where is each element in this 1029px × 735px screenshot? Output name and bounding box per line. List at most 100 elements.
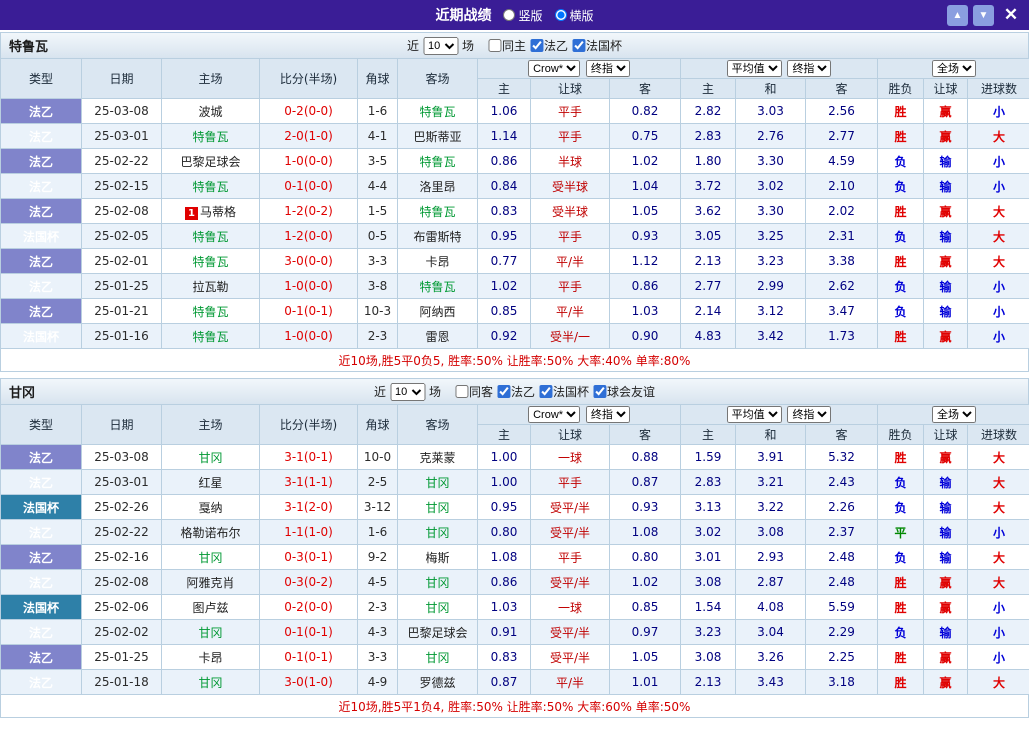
- filter-checkbox[interactable]: 同客: [451, 383, 493, 400]
- match-result: 负: [878, 545, 924, 570]
- col-type: 类型: [1, 405, 82, 445]
- corners: 1-5: [358, 199, 398, 224]
- subcol-home-odds: 主: [478, 425, 531, 445]
- filter-checkbox[interactable]: 法国杯: [535, 383, 589, 400]
- filter-checkbox-input[interactable]: [572, 39, 585, 52]
- scope-select[interactable]: 全场: [932, 60, 976, 77]
- filter-checkbox-label: 法乙: [511, 383, 535, 400]
- window-title: 近期战绩: [435, 5, 491, 25]
- avg-home-odds: 3.62: [681, 199, 736, 224]
- goals-result: 小: [968, 299, 1029, 324]
- away-team: 巴斯蒂亚: [398, 124, 478, 149]
- corners: 1-6: [358, 520, 398, 545]
- results-table: 类型 日期 主场 比分(半场) 角球 客场 Crow* 终指 平均值 终指: [0, 404, 1029, 695]
- match-count-select[interactable]: 10: [390, 383, 425, 401]
- bookmaker-select[interactable]: Crow*: [528, 60, 580, 77]
- home-team: 阿雅克肖: [162, 570, 260, 595]
- corners: 10-0: [358, 445, 398, 470]
- odds-group-header: Crow* 终指: [478, 405, 681, 425]
- avg-draw-odds: 2.76: [736, 124, 806, 149]
- subcol-avg-away: 客: [806, 79, 878, 99]
- layout-option-horizontal[interactable]: 横版: [555, 7, 594, 24]
- bookmaker-select[interactable]: Crow*: [528, 406, 580, 423]
- avg-draw-odds: 3.04: [736, 620, 806, 645]
- layout-radio-input[interactable]: [503, 9, 515, 21]
- handicap-result: 输: [924, 495, 968, 520]
- match-row: 法乙25-03-08波城0-2(0-0)1-6特鲁瓦1.06平手0.822.82…: [1, 99, 1029, 124]
- match-count-select[interactable]: 10: [423, 37, 458, 55]
- competition-type: 法乙: [1, 199, 82, 224]
- scope-select[interactable]: 全场: [932, 406, 976, 423]
- match-row: 法国杯25-02-06图卢兹0-2(0-0)2-3甘冈1.03一球0.851.5…: [1, 595, 1029, 620]
- filter-checkbox-input[interactable]: [539, 385, 552, 398]
- filter-checkbox-input[interactable]: [488, 39, 501, 52]
- avg-stage-select[interactable]: 终指: [787, 60, 831, 77]
- filter-checkbox[interactable]: 球会友谊: [589, 383, 655, 400]
- odds-stage-select[interactable]: 终指: [586, 406, 630, 423]
- filter-checkbox[interactable]: 法国杯: [568, 37, 622, 54]
- average-select[interactable]: 平均值: [727, 406, 782, 423]
- scroll-down-button[interactable]: ▼: [973, 5, 994, 26]
- home-odds: 0.92: [478, 324, 531, 349]
- avg-draw-odds: 2.99: [736, 274, 806, 299]
- subcol-goals: 进球数: [968, 425, 1029, 445]
- avg-home-odds: 3.02: [681, 520, 736, 545]
- average-select[interactable]: 平均值: [727, 60, 782, 77]
- filter-checkbox-input[interactable]: [455, 385, 468, 398]
- filter-checkbox[interactable]: 法乙: [493, 383, 535, 400]
- home-odds: 1.02: [478, 274, 531, 299]
- filter-checkbox-input[interactable]: [593, 385, 606, 398]
- score: 0-2(0-0): [260, 99, 358, 124]
- team-name: 甘冈: [1, 382, 35, 401]
- avg-home-odds: 1.54: [681, 595, 736, 620]
- handicap-result: 赢: [924, 595, 968, 620]
- handicap: 受平/半: [531, 495, 610, 520]
- home-odds: 0.85: [478, 299, 531, 324]
- away-odds: 0.97: [610, 620, 681, 645]
- home-team: 格勒诺布尔: [162, 520, 260, 545]
- filter-unit-label: 场: [462, 37, 474, 54]
- odds-stage-select[interactable]: 终指: [586, 60, 630, 77]
- match-result: 负: [878, 620, 924, 645]
- away-team: 甘冈: [398, 520, 478, 545]
- avg-draw-odds: 3.23: [736, 249, 806, 274]
- avg-stage-select[interactable]: 终指: [787, 406, 831, 423]
- competition-type: 法乙: [1, 620, 82, 645]
- handicap-result: 赢: [924, 199, 968, 224]
- filter-checkbox-label: 同主: [502, 37, 526, 54]
- match-row: 法乙25-02-15特鲁瓦0-1(0-0)4-4洛里昂0.84受半球1.043.…: [1, 174, 1029, 199]
- layout-option-vertical[interactable]: 竖版: [503, 7, 542, 24]
- sections-container: 特鲁瓦 近 10 场 同主法乙法国杯 类型 日期 主场: [0, 32, 1029, 718]
- red-card-badge: 1: [185, 207, 198, 220]
- competition-type: 法乙: [1, 445, 82, 470]
- handicap: 平/半: [531, 249, 610, 274]
- avg-away-odds: 5.59: [806, 595, 878, 620]
- away-team: 特鲁瓦: [398, 199, 478, 224]
- away-team: 甘冈: [398, 470, 478, 495]
- match-date: 25-03-01: [82, 124, 162, 149]
- layout-radio-input[interactable]: [555, 9, 567, 21]
- avg-away-odds: 2.56: [806, 99, 878, 124]
- handicap-result: 赢: [924, 249, 968, 274]
- close-button[interactable]: ✕: [999, 4, 1023, 26]
- filter-checkbox-input[interactable]: [497, 385, 510, 398]
- avg-away-odds: 2.48: [806, 570, 878, 595]
- match-row: 法乙25-02-22格勒诺布尔1-1(1-0)1-6甘冈0.80受平/半1.08…: [1, 520, 1029, 545]
- match-date: 25-03-08: [82, 99, 162, 124]
- handicap: 一球: [531, 445, 610, 470]
- filter-checkbox[interactable]: 法乙: [526, 37, 568, 54]
- col-type: 类型: [1, 59, 82, 99]
- filter-checkbox[interactable]: 同主: [484, 37, 526, 54]
- scroll-up-button[interactable]: ▲: [947, 5, 968, 26]
- layout-option-label: 竖版: [518, 7, 542, 24]
- match-date: 25-01-25: [82, 274, 162, 299]
- match-result: 胜: [878, 645, 924, 670]
- handicap-result: 赢: [924, 670, 968, 695]
- avg-home-odds: 2.13: [681, 670, 736, 695]
- filter-checkbox-label: 法国杯: [586, 37, 622, 54]
- match-date: 25-02-08: [82, 199, 162, 224]
- filter-checkbox-input[interactable]: [530, 39, 543, 52]
- avg-away-odds: 2.62: [806, 274, 878, 299]
- away-odds: 1.02: [610, 570, 681, 595]
- filter-checkboxes: 同主法乙 法国杯: [484, 37, 622, 54]
